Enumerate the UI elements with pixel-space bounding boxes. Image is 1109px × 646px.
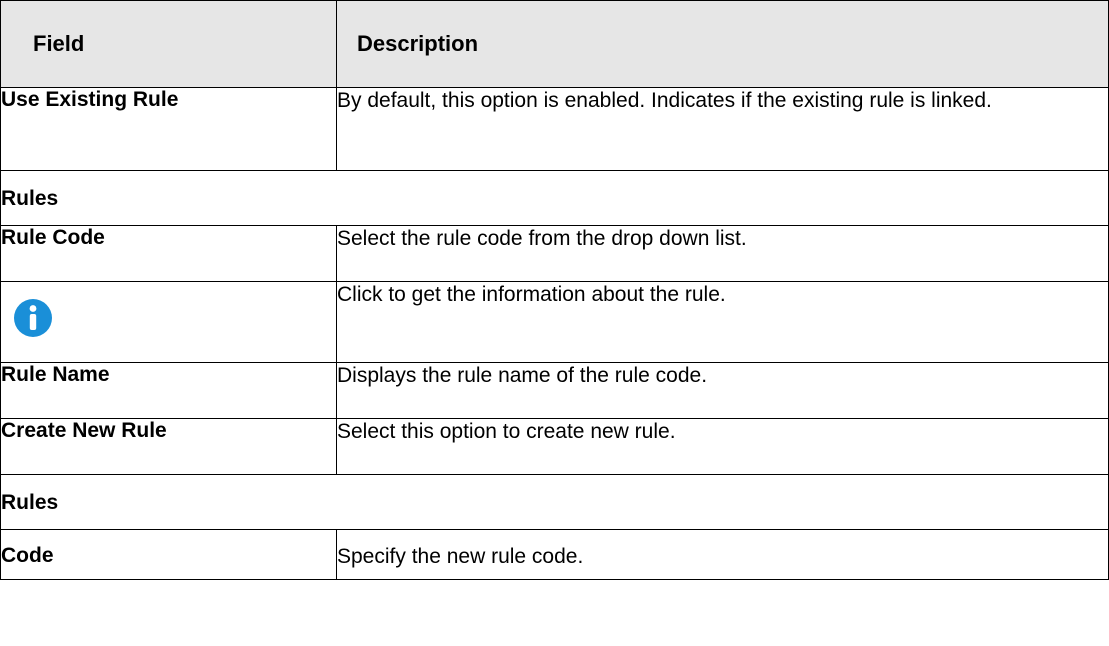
- section-heading: Rules: [0, 170, 1109, 226]
- table-row: Rule Code Select the rule code from the …: [0, 225, 1109, 282]
- field-description: Specify the new rule code.: [336, 529, 1109, 580]
- field-description: By default, this option is enabled. Indi…: [336, 87, 1109, 171]
- field-name: Create New Rule: [0, 418, 337, 475]
- field-name: Code: [0, 529, 337, 580]
- header-description: Description: [336, 0, 1109, 88]
- section-row: Rules: [0, 474, 1109, 530]
- table-row: Use Existing Rule By default, this optio…: [0, 87, 1109, 171]
- table-row: Code Specify the new rule code.: [0, 529, 1109, 580]
- info-icon: [13, 298, 53, 338]
- section-row: Rules: [0, 170, 1109, 226]
- field-description-table: Field Description Use Existing Rule By d…: [0, 0, 1109, 580]
- field-description: Select the rule code from the drop down …: [336, 225, 1109, 282]
- table-row: Rule Name Displays the rule name of the …: [0, 362, 1109, 419]
- field-name: Use Existing Rule: [0, 87, 337, 171]
- header-field: Field: [0, 0, 337, 88]
- field-name: Rule Name: [0, 362, 337, 419]
- table-header-row: Field Description: [0, 0, 1109, 88]
- field-description: Displays the rule name of the rule code.: [336, 362, 1109, 419]
- field-description: Select this option to create new rule.: [336, 418, 1109, 475]
- field-name: Rule Code: [0, 225, 337, 282]
- table-row: Click to get the information about the r…: [0, 281, 1109, 363]
- field-description: Click to get the information about the r…: [336, 281, 1109, 363]
- section-heading: Rules: [0, 474, 1109, 530]
- field-icon-cell: [0, 281, 337, 363]
- table-row: Create New Rule Select this option to cr…: [0, 418, 1109, 475]
